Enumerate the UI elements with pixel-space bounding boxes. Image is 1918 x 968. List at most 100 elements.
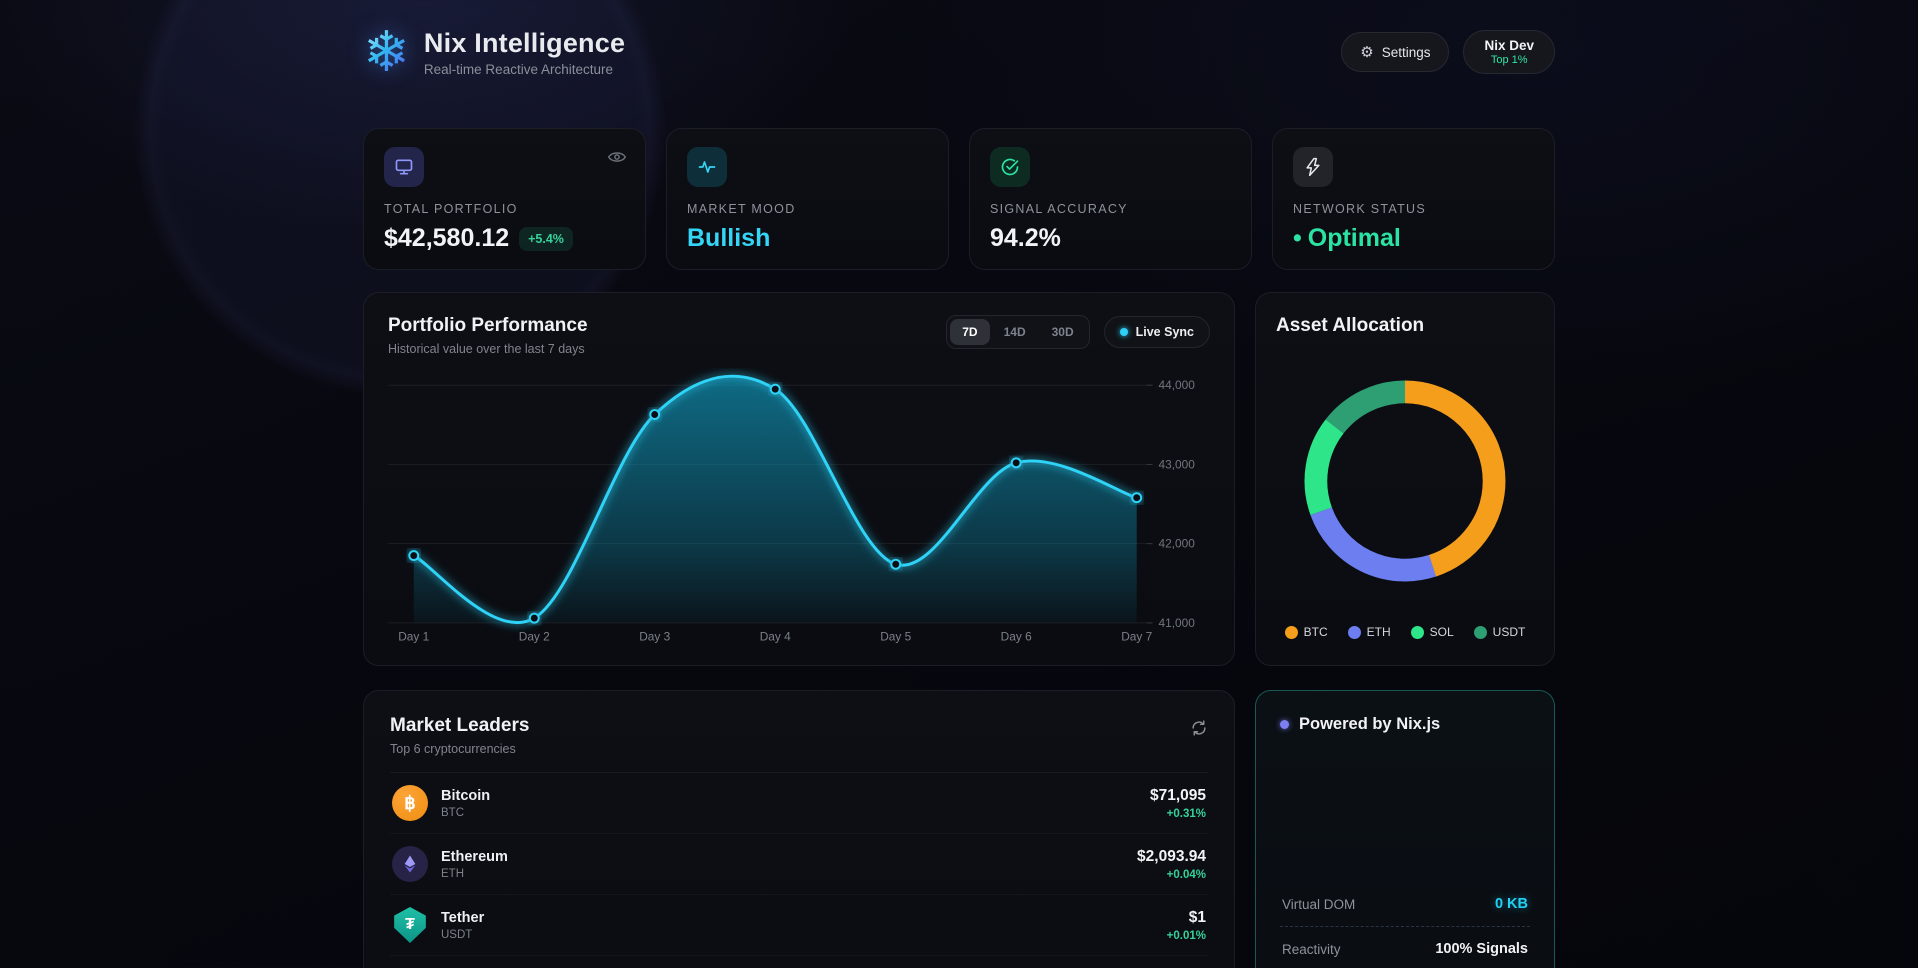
y-axis-tick: 44,000	[1159, 378, 1196, 392]
status-dot: •	[1293, 224, 1302, 253]
range-tab-group: 7D 14D 30D	[946, 315, 1089, 349]
coin-change: +0.04%	[1137, 869, 1206, 881]
app-title: Nix Intelligence	[424, 28, 625, 59]
stat-label: NETWORK STATUS	[1293, 202, 1534, 216]
performance-line-chart[interactable]: 44,000 43,000 42,000 41,000 Day 1 Day 2 Day 3 D…	[388, 368, 1210, 655]
pulse-icon	[687, 147, 727, 187]
chart-area-fill	[414, 376, 1137, 623]
nix-row-value: 0 KB	[1495, 896, 1528, 912]
x-axis-tick: Day 3	[639, 630, 670, 644]
network-status-value: Optimal	[1308, 224, 1401, 253]
settings-label: Settings	[1382, 45, 1431, 60]
asset-allocation-card: Asset Allocation BTC ETH SOL USDT	[1255, 292, 1555, 666]
coin-symbol: USDT	[441, 929, 484, 941]
brand: ❄ Nix Intelligence Real-time Reactive Ar…	[363, 24, 625, 80]
coin-change: +0.31%	[1150, 808, 1206, 820]
tether-icon: ₮	[392, 907, 428, 943]
tab-7d[interactable]: 7D	[950, 319, 989, 345]
x-axis-tick: Day 1	[398, 630, 429, 644]
bitcoin-icon: ฿	[392, 785, 428, 821]
legend-dot-icon	[1411, 626, 1424, 639]
donut-segment-usdt[interactable]	[1296, 372, 1514, 590]
y-axis-tick: 43,000	[1159, 457, 1196, 471]
data-point[interactable]	[1012, 458, 1021, 467]
coin-price: $2,093.94	[1137, 848, 1206, 866]
bolt-icon	[1293, 147, 1333, 187]
donut-segment-sol[interactable]	[1296, 372, 1514, 590]
coin-symbol: ETH	[441, 868, 508, 880]
stat-card-total-portfolio: TOTAL PORTFOLIO $42,580.12 +5.4%	[363, 128, 646, 270]
data-point[interactable]	[771, 385, 780, 394]
profile-name: Nix Dev	[1484, 38, 1534, 53]
nix-dot-icon	[1280, 720, 1289, 729]
legend-label: USDT	[1493, 625, 1526, 639]
data-point[interactable]	[409, 551, 418, 560]
coin-row-tether[interactable]: ₮ Tether USDT $1 +0.01%	[390, 895, 1208, 956]
market-mood-value: Bullish	[687, 224, 770, 253]
stat-card-market-mood: MARKET MOOD Bullish	[666, 128, 949, 270]
coin-row-bitcoin[interactable]: ฿ Bitcoin BTC $71,095 +0.31%	[390, 773, 1208, 834]
tab-30d[interactable]: 30D	[1040, 319, 1086, 345]
nix-title: Powered by Nix.js	[1299, 715, 1440, 734]
portfolio-performance-card: Portfolio Performance Historical value o…	[363, 292, 1235, 666]
live-sync-label: Live Sync	[1136, 325, 1194, 339]
x-axis-tick: Day 5	[880, 630, 911, 644]
stat-label: MARKET MOOD	[687, 202, 928, 216]
stat-label: TOTAL PORTFOLIO	[384, 202, 625, 216]
market-subtitle: Top 6 cryptocurrencies	[390, 742, 529, 756]
stats-row: TOTAL PORTFOLIO $42,580.12 +5.4% MARKET …	[363, 128, 1555, 270]
performance-subtitle: Historical value over the last 7 days	[388, 342, 588, 356]
coin-name: Bitcoin	[441, 788, 490, 804]
profile-rank-badge: Top 1%	[1484, 54, 1534, 66]
allocation-donut-chart[interactable]	[1276, 337, 1534, 625]
coin-change: +0.01%	[1167, 930, 1206, 942]
monitor-icon	[384, 147, 424, 187]
data-point[interactable]	[530, 614, 539, 623]
eye-icon[interactable]	[607, 147, 627, 172]
live-sync-badge[interactable]: Live Sync	[1104, 316, 1210, 348]
data-point[interactable]	[891, 560, 900, 569]
legend-item-sol[interactable]: SOL	[1411, 625, 1454, 639]
data-point[interactable]	[650, 410, 659, 419]
nix-row-label: Reactivity	[1282, 942, 1341, 957]
portfolio-value: $42,580.12	[384, 224, 509, 253]
legend-item-btc[interactable]: BTC	[1285, 625, 1328, 639]
nix-row-reactivity: Reactivity 100% Signals	[1280, 927, 1530, 968]
legend-dot-icon	[1285, 626, 1298, 639]
signal-accuracy-value: 94.2%	[990, 224, 1061, 253]
app-subtitle: Real-time Reactive Architecture	[424, 62, 625, 77]
legend-label: ETH	[1367, 625, 1391, 639]
powered-by-nix-card: Powered by Nix.js Virtual DOM 0 KB React…	[1255, 690, 1555, 968]
donut-segment-eth[interactable]	[1296, 372, 1514, 590]
x-axis-tick: Day 7	[1121, 630, 1152, 644]
legend-dot-icon	[1474, 626, 1487, 639]
gear-icon: ⚙	[1360, 43, 1373, 61]
refresh-icon[interactable]	[1190, 719, 1208, 742]
y-axis-tick: 42,000	[1159, 537, 1196, 551]
x-axis-tick: Day 2	[519, 630, 550, 644]
coin-symbol: BTC	[441, 807, 490, 819]
coin-row-ethereum[interactable]: Ethereum ETH $2,093.94 +0.04%	[390, 834, 1208, 895]
check-circle-icon	[990, 147, 1030, 187]
profile-chip[interactable]: Nix Dev Top 1%	[1463, 30, 1555, 74]
portfolio-delta-badge: +5.4%	[519, 227, 573, 251]
x-axis-tick: Day 4	[760, 630, 791, 644]
legend-item-eth[interactable]: ETH	[1348, 625, 1391, 639]
nix-row-virtual-dom: Virtual DOM 0 KB	[1280, 882, 1530, 927]
coin-name: Tether	[441, 910, 484, 926]
x-axis-tick: Day 6	[1001, 630, 1032, 644]
coin-price: $71,095	[1150, 787, 1206, 805]
logo-snowflake-icon: ❄	[363, 24, 410, 80]
settings-button[interactable]: ⚙ Settings	[1341, 32, 1449, 72]
legend-item-usdt[interactable]: USDT	[1474, 625, 1526, 639]
y-axis-tick: 41,000	[1159, 616, 1196, 630]
page-container: ❄ Nix Intelligence Real-time Reactive Ar…	[363, 0, 1555, 968]
data-point[interactable]	[1132, 493, 1141, 502]
tab-14d[interactable]: 14D	[992, 319, 1038, 345]
coin-name: Ethereum	[441, 849, 508, 865]
allocation-title: Asset Allocation	[1276, 315, 1534, 337]
allocation-legend: BTC ETH SOL USDT	[1276, 625, 1534, 643]
stat-card-signal-accuracy: SIGNAL ACCURACY 94.2%	[969, 128, 1252, 270]
coin-price: $1	[1167, 909, 1206, 927]
live-sync-dot-icon	[1120, 328, 1128, 336]
